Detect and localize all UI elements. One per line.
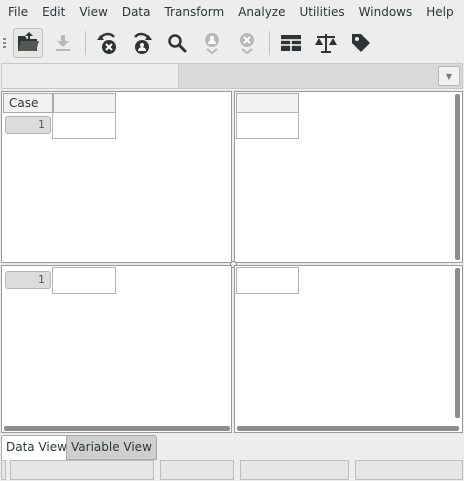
vertical-scrollbar[interactable]	[455, 268, 460, 418]
data-cell[interactable]	[52, 112, 116, 139]
horizontal-scrollbar[interactable]	[237, 426, 459, 431]
split-view-button[interactable]	[276, 28, 306, 58]
delete-case-button[interactable]	[232, 28, 262, 58]
status-segment	[355, 460, 463, 480]
vertical-scrollbar[interactable]	[455, 94, 460, 260]
data-cell[interactable]	[236, 267, 299, 294]
data-cell[interactable]	[236, 112, 299, 139]
status-bar	[0, 459, 464, 481]
cell-value-field[interactable]	[178, 64, 462, 88]
save-icon	[56, 35, 70, 51]
column-header[interactable]	[236, 93, 299, 113]
open-folder-icon	[18, 32, 39, 51]
save-button[interactable]	[48, 28, 78, 58]
cell-reference	[2, 64, 178, 88]
insert-case-icon	[205, 33, 219, 54]
grid-pane-bottom-left[interactable]: 1	[1, 265, 232, 433]
menu-help[interactable]: Help	[419, 0, 460, 24]
dropdown-button[interactable]: ▼	[438, 66, 460, 86]
scales-icon	[315, 34, 337, 53]
grid-pane-bottom-right[interactable]	[234, 265, 463, 433]
tag-icon	[352, 34, 370, 52]
toolbar-grip[interactable]	[3, 33, 11, 53]
find-button[interactable]	[162, 28, 192, 58]
case-column-header: Case	[3, 93, 53, 113]
grid-pane-top-right[interactable]	[234, 91, 463, 263]
data-cell[interactable]	[52, 267, 116, 294]
status-segment	[240, 460, 349, 480]
menu-utilities[interactable]: Utilities	[292, 0, 351, 24]
column-header[interactable]	[53, 93, 116, 113]
insert-case-button[interactable]	[197, 28, 227, 58]
redo-icon	[134, 32, 152, 54]
formula-bar: ▼	[1, 63, 463, 89]
open-button[interactable]	[13, 28, 43, 58]
menu-data[interactable]: Data	[115, 0, 158, 24]
search-icon	[168, 34, 187, 53]
menu-transform[interactable]: Transform	[157, 0, 231, 24]
menu-windows[interactable]: Windows	[352, 0, 420, 24]
menu-analyze[interactable]: Analyze	[231, 0, 292, 24]
status-segment	[10, 460, 154, 480]
grid-pane-top-left[interactable]: Case 1	[1, 91, 232, 263]
menu-file[interactable]: File	[0, 0, 35, 24]
tab-variable-view[interactable]: Variable View	[66, 435, 157, 460]
chevron-down-icon: ▼	[445, 71, 453, 81]
undo-button[interactable]	[92, 28, 122, 58]
toolbar	[0, 25, 464, 61]
table-grid-icon	[281, 35, 301, 51]
redo-button[interactable]	[127, 28, 157, 58]
row-header[interactable]: 1	[5, 116, 51, 134]
delete-case-icon	[240, 33, 254, 54]
menubar: File Edit View Data Transform Analyze Ut…	[0, 0, 464, 24]
status-segment	[160, 460, 234, 480]
toolbar-separator	[85, 31, 86, 55]
value-labels-button[interactable]	[346, 28, 376, 58]
status-segment	[1, 460, 6, 480]
menu-edit[interactable]: Edit	[35, 0, 72, 24]
undo-icon	[97, 32, 116, 54]
menu-view[interactable]: View	[72, 0, 114, 24]
horizontal-scrollbar[interactable]	[4, 426, 230, 431]
tab-data-view[interactable]: Data View	[1, 435, 72, 460]
toolbar-separator	[269, 31, 270, 55]
row-header[interactable]: 1	[5, 271, 51, 289]
weight-cases-button[interactable]	[311, 28, 341, 58]
